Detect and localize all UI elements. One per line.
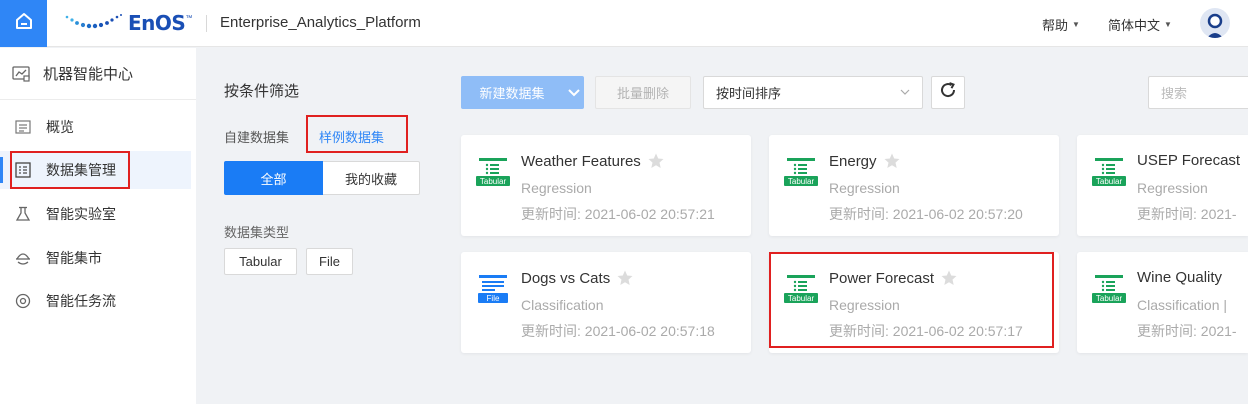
market-icon	[14, 249, 32, 267]
dataset-type-title: 数据集类型	[224, 225, 290, 240]
segment-my-favorites[interactable]: 我的收藏	[323, 161, 420, 195]
tabular-dataset-icon: Tabular	[1092, 155, 1126, 189]
dataset-card-power-forecast[interactable]: Tabular Power Forecast Regression 更新时间: …	[769, 252, 1059, 353]
help-menu[interactable]: 帮助 ▼	[1042, 15, 1080, 34]
top-bar: EnOS ™ Enterprise_Analytics_Platform 帮助 …	[0, 0, 1248, 47]
help-label: 帮助	[1042, 18, 1069, 33]
lab-flask-icon	[14, 205, 32, 223]
filter-title: 按条件筛选	[224, 83, 300, 100]
batch-delete-button[interactable]: 批量删除	[595, 76, 691, 109]
card-type: Regression	[521, 180, 592, 196]
sidebar-item-label: 智能实验室	[46, 206, 116, 222]
favorite-star-icon[interactable]	[616, 269, 634, 287]
machine-intelligence-icon	[12, 65, 30, 83]
sidebar-header: 机器智能中心	[0, 48, 196, 100]
card-type: Classification |	[1137, 297, 1228, 313]
card-type: Regression	[829, 180, 900, 196]
overview-icon	[14, 118, 32, 136]
search-placeholder: 搜索	[1161, 86, 1188, 101]
card-updated-time: 更新时间: 2021-	[1137, 323, 1237, 339]
svg-text:Tabular: Tabular	[480, 177, 507, 186]
new-dataset-button[interactable]: 新建数据集	[461, 76, 584, 109]
card-title: Energy	[829, 152, 877, 170]
card-type: Classification	[521, 297, 604, 313]
sidebar-item-smart-lab[interactable]: 智能实验室	[0, 195, 196, 233]
sidebar-item-dataset-management[interactable]: 数据集管理	[0, 151, 191, 189]
dataset-card-dogs-vs-cats[interactable]: File Dogs vs Cats Classification 更新时间: 2…	[461, 252, 751, 353]
home-icon	[15, 12, 33, 35]
language-menu[interactable]: 简体中文 ▼	[1108, 15, 1172, 34]
file-dataset-icon: File	[476, 272, 510, 306]
tabular-dataset-icon: Tabular	[476, 155, 510, 189]
type-tag-tabular[interactable]: Tabular	[224, 248, 297, 275]
tab-sample-datasets[interactable]: 样例数据集	[319, 127, 384, 146]
svg-text:Tabular: Tabular	[1096, 177, 1123, 186]
enos-logo-dots-icon	[64, 13, 124, 34]
brand-trademark: ™	[185, 14, 193, 22]
segment-all[interactable]: 全部	[224, 161, 323, 195]
language-label: 简体中文	[1108, 18, 1161, 33]
card-updated-time: 更新时间: 2021-06-02 20:57:18	[521, 323, 715, 339]
svg-text:Tabular: Tabular	[788, 177, 815, 186]
tabular-dataset-icon: Tabular	[784, 272, 818, 306]
svg-text:Tabular: Tabular	[1096, 294, 1123, 303]
workflow-icon	[14, 292, 32, 310]
card-updated-time: 更新时间: 2021-06-02 20:57:17	[829, 323, 1023, 339]
caret-down-icon: ▼	[1164, 20, 1172, 29]
card-type: Regression	[1137, 180, 1208, 196]
sidebar-item-label: 智能集市	[46, 250, 102, 266]
type-tag-file[interactable]: File	[306, 248, 353, 275]
header-divider	[206, 15, 207, 32]
sidebar-item-label: 智能任务流	[46, 293, 116, 309]
refresh-button[interactable]	[931, 76, 965, 109]
user-avatar-icon	[1207, 13, 1223, 38]
card-title: Weather Features	[521, 152, 641, 170]
dataset-card-usep-forecast[interactable]: Tabular USEP Forecast Regression 更新时间: 2…	[1077, 135, 1248, 236]
sort-select[interactable]: 按时间排序	[703, 76, 923, 109]
tabular-dataset-icon: Tabular	[1092, 272, 1126, 306]
sidebar-item-label: 概览	[46, 119, 74, 135]
new-dataset-label: 新建数据集	[479, 86, 545, 101]
tabular-dataset-icon: Tabular	[784, 155, 818, 189]
dataset-card-energy[interactable]: Tabular Energy Regression 更新时间: 2021-06-…	[769, 135, 1059, 236]
sidebar-header-label: 机器智能中心	[43, 66, 134, 83]
favorite-star-icon[interactable]	[940, 269, 958, 287]
card-type: Regression	[829, 297, 900, 313]
favorite-star-icon[interactable]	[647, 152, 665, 170]
dataset-card-weather-features[interactable]: Tabular Weather Features Regression 更新时间…	[461, 135, 751, 236]
dataset-card-wine-quality[interactable]: Tabular Wine Quality Classification | 更新…	[1077, 252, 1248, 353]
caret-down-icon: ▼	[1072, 20, 1080, 29]
chevron-down-icon[interactable]	[563, 76, 584, 109]
sidebar-item-smart-market[interactable]: 智能集市	[0, 239, 196, 277]
brand-name: EnOS	[128, 11, 186, 35]
home-button[interactable]	[0, 0, 47, 47]
card-title: USEP Forecast	[1137, 152, 1241, 169]
user-avatar[interactable]	[1200, 8, 1230, 38]
svg-text:Tabular: Tabular	[788, 294, 815, 303]
card-title: Wine Quality	[1137, 269, 1223, 286]
sidebar-item-smart-workflow[interactable]: 智能任务流	[0, 282, 196, 320]
card-title: Power Forecast	[829, 269, 935, 287]
svg-text:File: File	[487, 294, 500, 303]
card-updated-time: 更新时间: 2021-06-02 20:57:20	[829, 206, 1023, 222]
search-input[interactable]: 搜索	[1148, 76, 1248, 109]
sort-select-value: 按时间排序	[716, 86, 782, 101]
dataset-icon	[14, 161, 32, 179]
sidebar: 机器智能中心 概览 数据集管理 智能实验室 智能集市 智能任务流	[0, 48, 196, 404]
enos-logo[interactable]: EnOS ™	[64, 10, 192, 36]
sidebar-item-label: 数据集管理	[46, 162, 116, 178]
favorites-segmented-control: 全部 我的收藏	[224, 161, 420, 195]
card-updated-time: 更新时间: 2021-	[1137, 206, 1237, 222]
favorite-star-icon[interactable]	[883, 152, 901, 170]
refresh-icon	[939, 81, 957, 104]
card-updated-time: 更新时间: 2021-06-02 20:57:21	[521, 206, 715, 222]
platform-name: Enterprise_Analytics_Platform	[220, 14, 421, 31]
chevron-down-icon	[899, 86, 911, 101]
tab-custom-datasets[interactable]: 自建数据集	[224, 127, 289, 146]
sidebar-item-overview[interactable]: 概览	[0, 108, 196, 146]
card-title: Dogs vs Cats	[521, 269, 611, 287]
